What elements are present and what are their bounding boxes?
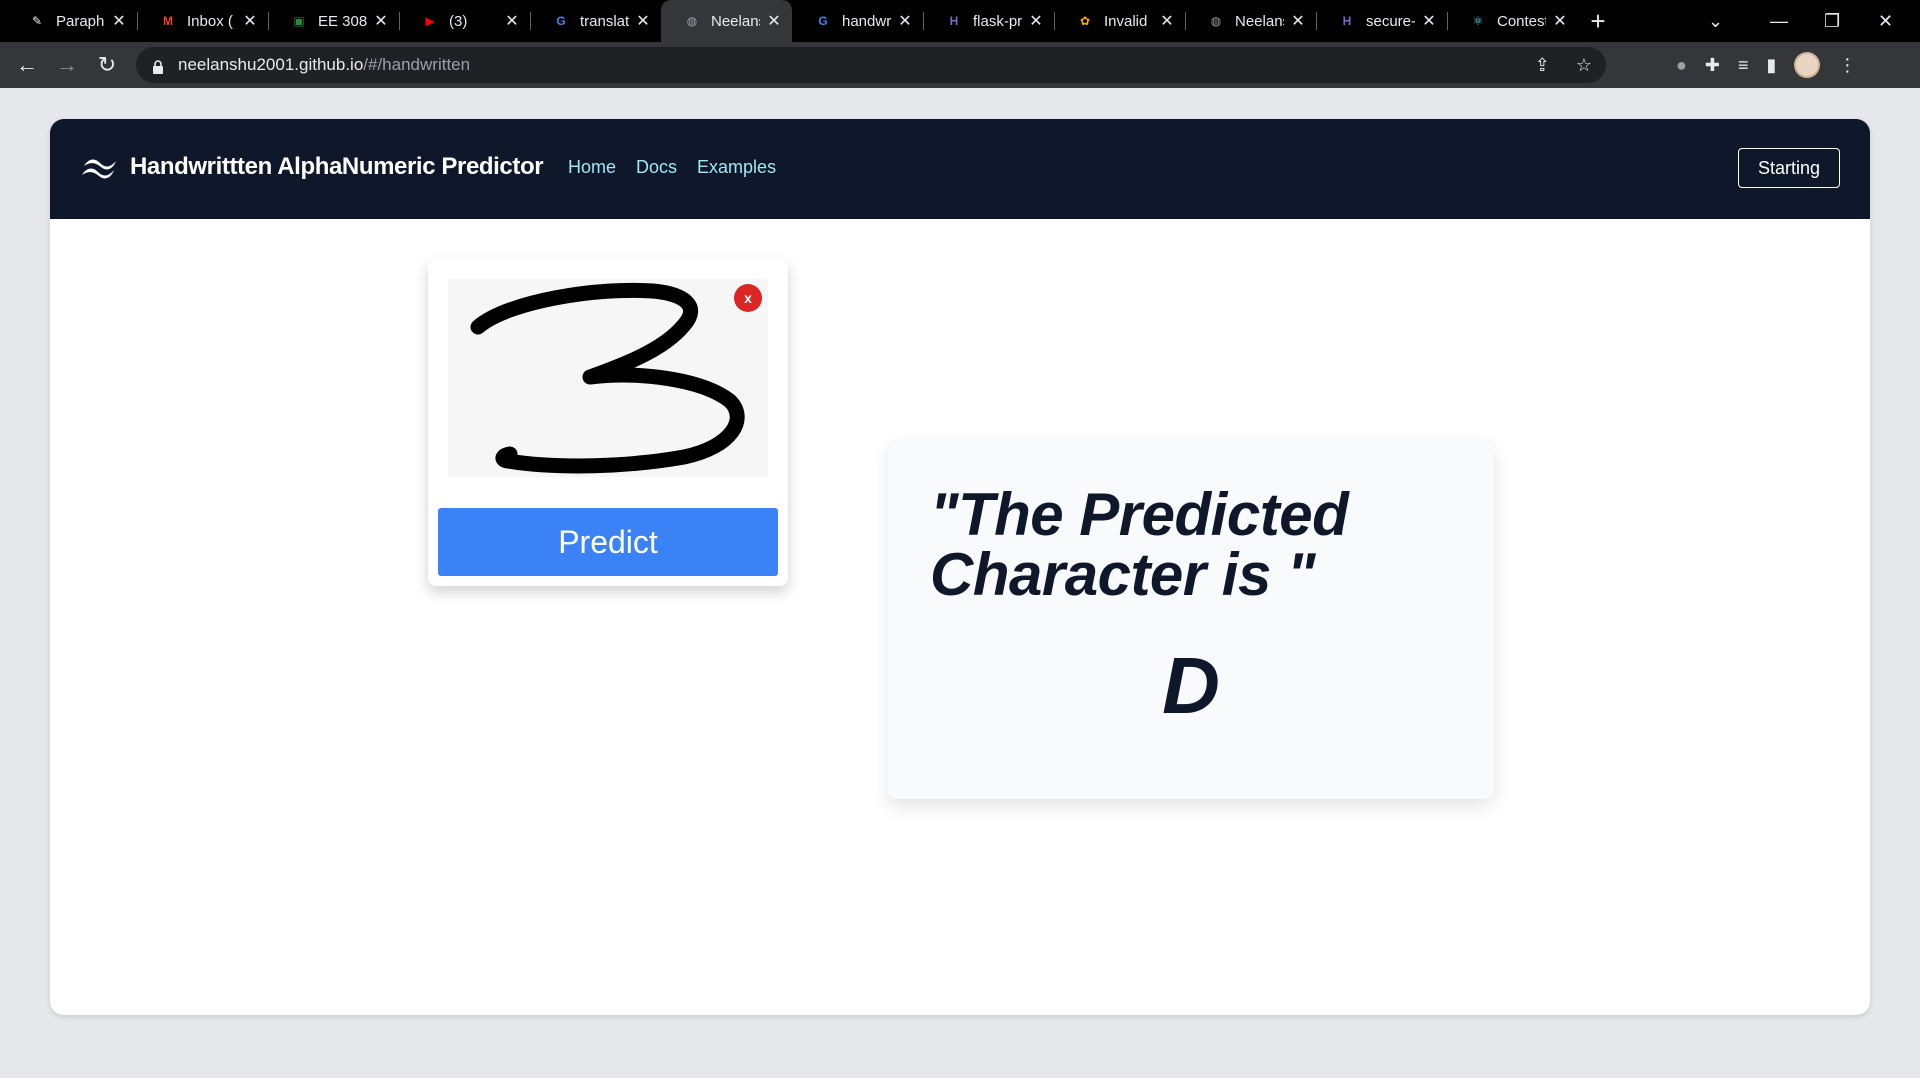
app-navbar: Handwrittten AlphaNumeric Predictor Home… (50, 119, 1870, 219)
quill-icon: ✎ (31, 14, 43, 28)
browser-tab[interactable]: Gtranslat ✕ (530, 0, 661, 42)
globe-icon: ◍ (686, 14, 698, 28)
media-control-icon[interactable]: ≡ (1738, 55, 1749, 76)
browser-toolbar: ← → ↻ neelanshu2001.github.io/#/handwrit… (0, 42, 1920, 88)
tab-close-icon[interactable]: ✕ (1421, 11, 1437, 31)
google-icon: G (818, 14, 828, 28)
youtube-icon: ▶ (425, 14, 435, 28)
tab-close-icon[interactable]: ✕ (897, 11, 913, 31)
starting-button[interactable]: Starting (1738, 148, 1840, 188)
address-bar[interactable]: neelanshu2001.github.io/#/handwritten ⇪ … (136, 47, 1606, 83)
tab-close-icon[interactable]: ✕ (766, 11, 782, 31)
browser-tab-strip: ✎Paraphr✕MInbox (✕▣EE 308 (✕▶(3) ✕Gtrans… (0, 0, 1920, 42)
bookmark-star-icon[interactable]: ☆ (1576, 55, 1592, 76)
share-icon[interactable]: ⇪ (1535, 55, 1550, 76)
remove-image-button[interactable]: x (734, 284, 762, 312)
tab-close-icon[interactable]: ✕ (242, 11, 258, 31)
extensions-puzzle-icon[interactable]: ✚ (1705, 55, 1720, 76)
browser-tab[interactable]: ⚛ Contest ✕ (1447, 0, 1578, 42)
tab-list: ✎Paraphr✕MInbox (✕▣EE 308 (✕▶(3) ✕Gtrans… (0, 0, 1578, 42)
tab-close-icon[interactable]: ✕ (111, 11, 127, 31)
tab-label: (3) (449, 12, 468, 30)
tab-close-icon[interactable]: ✕ (635, 11, 651, 31)
uploaded-image-preview (448, 279, 768, 477)
heroku-icon: H (1342, 14, 1352, 28)
google-icon: G (556, 14, 566, 28)
menu-kebab-icon[interactable]: ⋮ (1838, 55, 1856, 76)
result-card: "The Predicted Character is " D (888, 439, 1494, 799)
tab-label: handwr (842, 12, 891, 30)
tab-label: Paraphr (56, 12, 105, 30)
handwritten-digit-image (470, 282, 745, 474)
back-icon[interactable]: ← (7, 45, 47, 85)
tab-search-icon[interactable]: ⌄ (1708, 0, 1723, 42)
tab-close-icon[interactable]: ✕ (504, 11, 520, 31)
tab-close-icon[interactable]: ✕ (1290, 11, 1306, 31)
upload-card: x Predict (428, 259, 788, 586)
nav-links: Home Docs Examples (568, 157, 776, 178)
tab-close-icon[interactable]: ✕ (1028, 11, 1044, 31)
browser-tab[interactable]: ◍ Neelans ✕ (1185, 0, 1316, 42)
tailwind-logo-icon (82, 159, 116, 179)
tab-label: Inbox ( (187, 12, 233, 30)
tab-close-icon[interactable]: ✕ (1552, 11, 1568, 31)
side-panel-icon[interactable]: ▮ (1766, 55, 1776, 76)
browser-tab[interactable]: ✎ Paraphr ✕ (6, 0, 137, 42)
browser-tab[interactable]: Ghandwr ✕ (792, 0, 923, 42)
browser-tab[interactable]: ◍ Neelans ✕ (661, 0, 792, 42)
forward-icon[interactable]: → (47, 45, 87, 85)
classroom-icon: ▣ (293, 14, 305, 28)
url-host: neelanshu2001.github.io (178, 55, 364, 74)
url-path: /#/handwritten (363, 55, 471, 74)
nav-link-examples[interactable]: Examples (697, 157, 776, 178)
nav-link-home[interactable]: Home (568, 157, 616, 178)
tab-label: Invalid (1104, 12, 1148, 30)
tab-label: EE 308 ( (318, 12, 367, 30)
globe-icon: ◍ (1210, 14, 1222, 28)
browser-tab[interactable]: Hflask-pr ✕ (923, 0, 1054, 42)
minimize-icon[interactable]: — (1770, 0, 1788, 42)
tab-label: secure- (1366, 12, 1415, 30)
react-icon: ⚛ (1472, 14, 1484, 28)
browser-tab[interactable]: M Inbox ( ✕ (137, 0, 268, 42)
new-tab-button[interactable]: + (1578, 0, 1618, 42)
extension-icon-generic[interactable]: ● (1676, 55, 1687, 76)
profile-avatar[interactable] (1794, 52, 1821, 78)
tab-close-icon[interactable]: ✕ (373, 11, 389, 31)
predict-button[interactable]: Predict (438, 508, 778, 576)
tab-label: Neelans (711, 12, 760, 30)
page-card: Handwrittten AlphaNumeric Predictor Home… (50, 119, 1870, 1015)
tab-close-icon[interactable]: ✕ (1159, 11, 1175, 31)
heroku-icon: H (949, 14, 959, 28)
tab-label: Neelans (1235, 12, 1284, 30)
result-heading: "The Predicted Character is " (930, 481, 1349, 608)
browser-tab[interactable]: ▶ (3) ✕ (399, 0, 530, 42)
tab-label: Contest (1497, 12, 1546, 30)
restore-icon[interactable]: ❐ (1824, 0, 1840, 42)
tab-label: translat (580, 12, 629, 30)
tab-label: flask-pr (973, 12, 1022, 30)
colab-icon: ✿ (1079, 14, 1091, 28)
lock-icon (152, 59, 164, 74)
predicted-character: D (1162, 641, 1220, 730)
browser-tab[interactable]: ▣ EE 308 ( ✕ (268, 0, 399, 42)
close-window-icon[interactable]: ✕ (1878, 0, 1893, 42)
browser-tab[interactable]: Hsecure- ✕ (1316, 0, 1447, 42)
browser-tab[interactable]: ✿ Invalid ✕ (1054, 0, 1185, 42)
nav-link-docs[interactable]: Docs (636, 157, 677, 178)
brand-title[interactable]: Handwrittten AlphaNumeric Predictor (130, 153, 544, 181)
gmail-icon: M (163, 14, 173, 28)
reload-icon[interactable]: ↻ (87, 45, 127, 85)
